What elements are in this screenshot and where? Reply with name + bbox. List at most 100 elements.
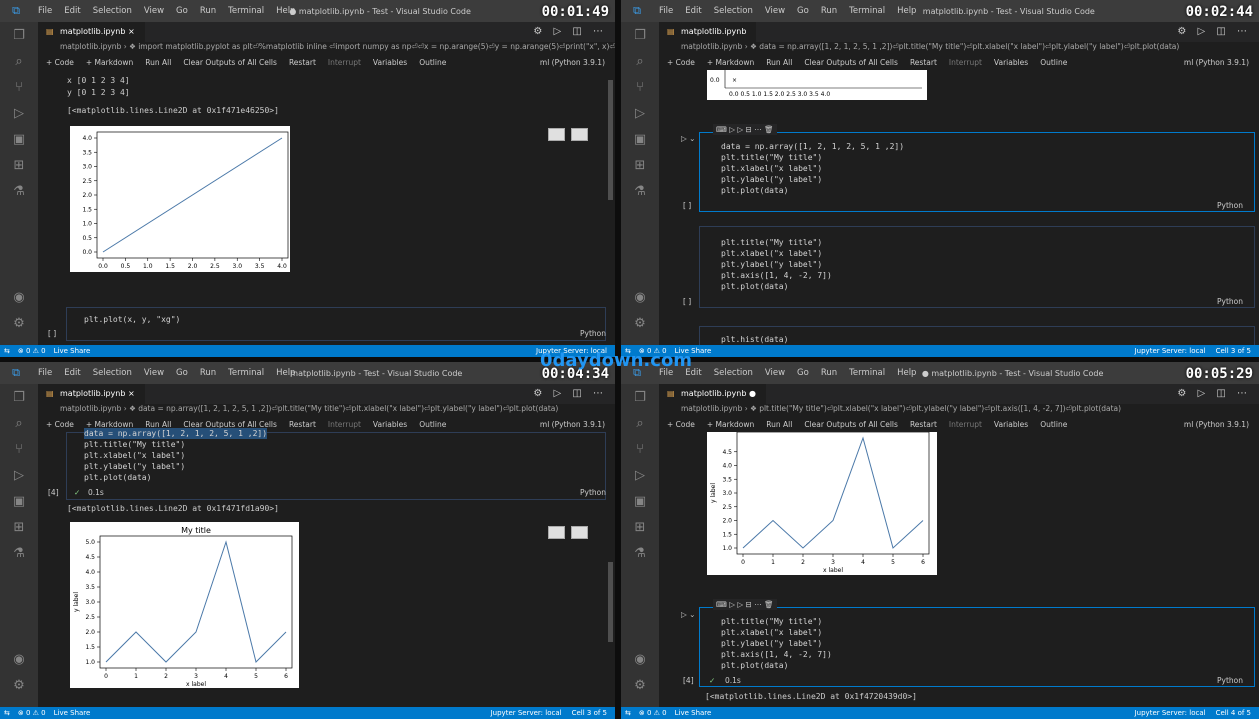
code-block[interactable]: data = np.array([1, 2, 1, 2, 5, 1 ,2]) pl…: [84, 428, 268, 483]
variables-button[interactable]: Variables: [994, 420, 1028, 429]
source-control-icon[interactable]: ⑂: [9, 78, 29, 98]
code-block-1[interactable]: data = np.array([1, 2, 1, 2, 5, 1 ,2]) pl…: [721, 141, 904, 196]
menu-terminal[interactable]: Terminal: [843, 6, 891, 16]
add-markdown-button[interactable]: + Markdown: [707, 58, 754, 67]
variables-button[interactable]: Variables: [373, 58, 407, 67]
breadcrumb[interactable]: matplotlib.ipynb › ❖ plt.title("My title…: [659, 404, 1259, 416]
cell-language[interactable]: Python: [1217, 676, 1243, 685]
explorer-icon[interactable]: ❐: [9, 388, 29, 408]
run-cell-icon[interactable]: ▷ ⌄: [681, 610, 695, 619]
menu-go[interactable]: Go: [170, 6, 194, 16]
source-control-icon[interactable]: ⑂: [630, 78, 650, 98]
clear-outputs-button[interactable]: Clear Outputs of All Cells: [804, 420, 898, 429]
jupyter-server-status[interactable]: Jupyter Server: local: [1135, 709, 1206, 717]
save-image-icon[interactable]: [571, 526, 588, 539]
remote-explorer-icon[interactable]: ▣: [9, 492, 29, 512]
code-line[interactable]: plt.hist(data): [721, 334, 788, 345]
menu-run[interactable]: Run: [194, 6, 222, 16]
menu-go[interactable]: Go: [791, 6, 815, 16]
run-debug-icon[interactable]: ▷: [9, 466, 29, 486]
menu-terminal[interactable]: Terminal: [222, 368, 270, 378]
menu-view[interactable]: View: [759, 368, 791, 378]
variables-button[interactable]: Variables: [373, 420, 407, 429]
settings-gear-icon[interactable]: ⚙: [9, 676, 29, 696]
cell-language[interactable]: Python: [580, 488, 606, 497]
cell-position-status[interactable]: Cell 3 of 5: [1216, 347, 1251, 355]
problems-status[interactable]: ⊗ 0 ⚠ 0: [18, 709, 46, 717]
cell-toolbar[interactable]: ⌨ ▷ ▷ ⊟ ⋯ 🗑: [713, 124, 777, 135]
menu-selection[interactable]: Selection: [87, 368, 138, 378]
add-markdown-button[interactable]: + Markdown: [86, 58, 133, 67]
breadcrumb[interactable]: matplotlib.ipynb › ❖ data = np.array([1,…: [38, 404, 615, 416]
kernel-picker[interactable]: ml (Python 3.9.1): [540, 58, 605, 67]
extensions-icon[interactable]: ⊞: [630, 518, 650, 538]
cell-toolbar[interactable]: ⌨ ▷ ▷ ⊟ ⋯ 🗑: [713, 599, 777, 610]
editor-actions[interactable]: ⚙ ▷ ◫ ⋯: [1177, 384, 1251, 404]
testing-icon[interactable]: ⚗: [630, 544, 650, 564]
add-code-button[interactable]: + Code: [46, 420, 74, 429]
extensions-icon[interactable]: ⊞: [9, 156, 29, 176]
cell-position-status[interactable]: Cell 4 of 5: [1216, 709, 1251, 717]
account-icon[interactable]: ◉: [630, 650, 650, 670]
search-icon[interactable]: ⌕: [630, 52, 650, 72]
live-share-status[interactable]: Live Share: [675, 709, 712, 717]
outline-button[interactable]: Outline: [419, 420, 446, 429]
chart-icon[interactable]: [548, 526, 565, 539]
outline-button[interactable]: Outline: [1040, 58, 1067, 67]
menu-edit[interactable]: Edit: [58, 368, 86, 378]
kernel-picker[interactable]: ml (Python 3.9.1): [540, 420, 605, 429]
menu-file[interactable]: File: [32, 368, 58, 378]
tab-notebook[interactable]: ▤ matplotlib.ipynb ●: [659, 384, 766, 404]
run-all-button[interactable]: Run All: [766, 420, 792, 429]
add-code-button[interactable]: + Code: [667, 58, 695, 67]
editor-actions[interactable]: ⚙ ▷ ◫ ⋯: [1177, 22, 1251, 42]
outline-button[interactable]: Outline: [1040, 420, 1067, 429]
extensions-icon[interactable]: ⊞: [630, 156, 650, 176]
extensions-icon[interactable]: ⊞: [9, 518, 29, 538]
cell-position-status[interactable]: Cell 3 of 5: [572, 709, 607, 717]
cell-language[interactable]: Python: [580, 329, 606, 338]
menu-help[interactable]: Help: [891, 6, 922, 16]
menu-run[interactable]: Run: [194, 368, 222, 378]
menu-terminal[interactable]: Terminal: [843, 368, 891, 378]
restart-button[interactable]: Restart: [910, 58, 937, 67]
settings-gear-icon[interactable]: ⚙: [630, 676, 650, 696]
account-icon[interactable]: ◉: [9, 650, 29, 670]
run-all-button[interactable]: Run All: [145, 58, 171, 67]
menu-file[interactable]: File: [32, 6, 58, 16]
add-markdown-button[interactable]: + Markdown: [707, 420, 754, 429]
save-image-icon[interactable]: [571, 128, 588, 141]
menu-selection[interactable]: Selection: [87, 6, 138, 16]
settings-gear-icon[interactable]: ⚙: [630, 314, 650, 334]
interrupt-button[interactable]: Interrupt: [949, 420, 982, 429]
chart-icon[interactable]: [548, 128, 565, 141]
search-icon[interactable]: ⌕: [9, 414, 29, 434]
menu-edit[interactable]: Edit: [58, 6, 86, 16]
explorer-icon[interactable]: ❐: [630, 388, 650, 408]
breadcrumb[interactable]: matplotlib.ipynb › ❖ data = np.array([1,…: [659, 42, 1259, 54]
source-control-icon[interactable]: ⑂: [9, 440, 29, 460]
tab-notebook[interactable]: ▤ matplotlib.ipynb ×: [38, 384, 145, 404]
scrollbar[interactable]: [608, 80, 613, 200]
menu-view[interactable]: View: [138, 368, 170, 378]
menu-view[interactable]: View: [138, 6, 170, 16]
restart-button[interactable]: Restart: [910, 420, 937, 429]
interrupt-button[interactable]: Interrupt: [328, 58, 361, 67]
live-share-status[interactable]: Live Share: [54, 347, 91, 355]
run-debug-icon[interactable]: ▷: [630, 104, 650, 124]
jupyter-server-status[interactable]: Jupyter Server: local: [1135, 347, 1206, 355]
menu-terminal[interactable]: Terminal: [222, 6, 270, 16]
clear-outputs-button[interactable]: Clear Outputs of All Cells: [183, 58, 277, 67]
scrollbar[interactable]: [608, 562, 613, 642]
testing-icon[interactable]: ⚗: [9, 544, 29, 564]
add-code-button[interactable]: + Code: [667, 420, 695, 429]
run-debug-icon[interactable]: ▷: [630, 466, 650, 486]
code-line[interactable]: plt.plot(x, y, "xg"): [84, 314, 180, 325]
menu-file[interactable]: File: [653, 6, 679, 16]
restart-button[interactable]: Restart: [289, 58, 316, 67]
problems-status[interactable]: ⊗ 0 ⚠ 0: [18, 347, 46, 355]
cell-language[interactable]: Python: [1217, 297, 1243, 306]
run-cell-icon[interactable]: ▷ ⌄: [681, 134, 695, 143]
add-code-button[interactable]: + Code: [46, 58, 74, 67]
interrupt-button[interactable]: Interrupt: [949, 58, 982, 67]
